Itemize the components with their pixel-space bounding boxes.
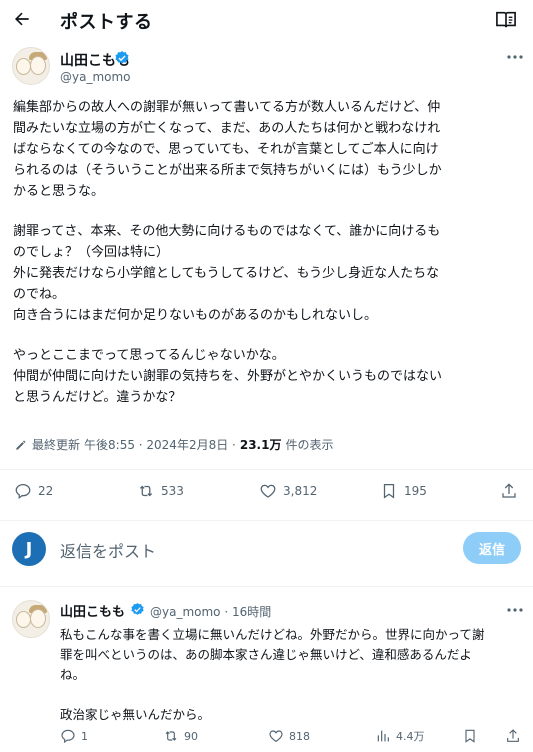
bookmark-count: 195 [404, 484, 427, 498]
repost-action[interactable]: 533 [137, 482, 184, 500]
bookmark-icon [383, 483, 395, 499]
back-arrow-icon[interactable] [12, 9, 32, 29]
verified-badge-icon [131, 602, 144, 615]
more-options-icon[interactable] [506, 52, 524, 62]
post-paragraph: やっとここまでって思ってるんじゃないかな。 仲間が仲間に向けたい謝罪の気持ちを、… [13, 348, 443, 405]
bookmark-action[interactable] [462, 728, 478, 744]
repost-icon [165, 731, 177, 741]
repost-action[interactable]: 90 [163, 728, 198, 744]
share-action[interactable] [500, 482, 518, 500]
share-icon [507, 729, 519, 742]
divider [0, 469, 533, 470]
reply-author-avatar[interactable] [12, 600, 50, 638]
like-action[interactable]: 3,812 [259, 482, 317, 500]
views-action[interactable]: 4.4万 [375, 728, 425, 744]
reply-input[interactable]: 返信をポスト [60, 538, 156, 562]
like-count: 3,812 [283, 484, 318, 498]
like-action[interactable]: 818 [268, 728, 310, 744]
repost-icon [139, 485, 153, 497]
reply-text: 私もこんな事を書く立場に無いんだけどね。外野だから。世界に向かって謝 罪を叫べと… [60, 625, 522, 725]
bookmark-icon [465, 729, 475, 743]
post-timestamp[interactable]: 午後8:55 · 2024年2月8日 · [84, 436, 236, 453]
divider [0, 586, 533, 587]
current-user-avatar[interactable]: J [12, 532, 46, 566]
reply-author-name[interactable]: 山田こもも [60, 601, 125, 620]
post-meta: 最終更新 午後8:55 · 2024年2月8日 · 23.1万 件の表示 [14, 436, 333, 453]
page-title: ポストする [60, 12, 153, 33]
reply-composer: J 返信をポスト 返信 [0, 528, 533, 566]
reply-count: 22 [38, 484, 54, 498]
repost-count: 90 [184, 729, 198, 743]
heart-icon [260, 484, 276, 498]
reply-action[interactable]: 22 [14, 482, 53, 500]
reply-icon [15, 483, 31, 500]
reply-submit-button[interactable]: 返信 [463, 532, 521, 564]
view-count-label: 件の表示 [285, 438, 334, 452]
heart-icon [269, 730, 283, 742]
top-bar: ポストする [0, 0, 533, 40]
divider [0, 520, 533, 521]
post-actions: 22 533 3,812 195 [0, 482, 533, 506]
verified-badge-icon [115, 51, 129, 64]
repost-count: 533 [161, 484, 184, 498]
last-updated-label[interactable]: 最終更新 [32, 436, 80, 453]
reply-handle-time[interactable]: @ya_momo · 16時間 [150, 603, 271, 620]
share-icon [502, 483, 516, 498]
view-count: 23.1万 [239, 438, 282, 452]
more-options-icon[interactable] [506, 605, 524, 615]
post-paragraph: 編集部からの故人への謝罪が無いって書いてる方が数人いるんだけど、仲 間みたいな立… [13, 100, 442, 199]
share-action[interactable] [505, 728, 521, 744]
reply-count: 1 [81, 729, 88, 743]
view-count: 4.4万 [396, 730, 425, 743]
edited-pencil-icon [16, 440, 26, 450]
like-count: 818 [289, 729, 310, 743]
author-avatar[interactable] [12, 47, 50, 85]
author-handle[interactable]: @ya_momo [60, 70, 131, 84]
post-paragraph: 謝罪ってさ、本来、その他大勢に向けるものではなくて、誰かに向けるも のでしょ？（… [13, 224, 441, 323]
bookmark-action[interactable]: 195 [380, 482, 427, 500]
post-text: 編集部からの故人への謝罪が無いって書いてる方が数人いるんだけど、仲 間みたいな立… [13, 97, 525, 408]
reader-mode-icon[interactable] [495, 10, 517, 30]
reply-actions: 1 90 818 4.4万 [0, 728, 533, 748]
reply-paragraph: 政治家じゃ無いんだから。 [60, 707, 211, 722]
reply-paragraph: 私もこんな事を書く立場に無いんだけどね。外野だから。世界に向かって謝 罪を叫べと… [60, 627, 485, 682]
reply-action[interactable]: 1 [60, 728, 88, 744]
reply-icon [61, 729, 75, 744]
views-chart-icon [377, 730, 389, 742]
